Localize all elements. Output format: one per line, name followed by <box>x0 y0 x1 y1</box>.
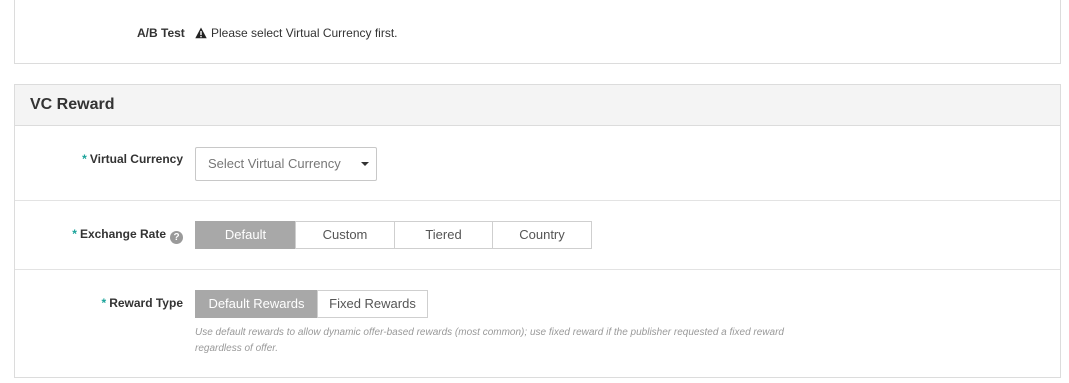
ab-test-warning-text: Please select Virtual Currency first. <box>211 26 398 40</box>
vc-reward-title: VC Reward <box>15 85 1060 126</box>
ab-test-panel: A/B Test Please select Virtual Currency … <box>14 0 1061 64</box>
caret-down-icon <box>361 162 369 166</box>
reward-type-default-button[interactable]: Default Rewards <box>195 290 318 318</box>
virtual-currency-label: * Virtual Currency <box>82 152 183 166</box>
required-marker: * <box>82 152 87 166</box>
ab-test-warning: Please select Virtual Currency first. <box>195 26 398 40</box>
warning-icon <box>195 27 207 39</box>
exchange-rate-custom-button[interactable]: Custom <box>295 221 395 249</box>
ab-test-label: A/B Test <box>137 26 185 40</box>
help-icon[interactable]: ? <box>170 231 183 244</box>
reward-type-hint: Use default rewards to allow dynamic off… <box>195 327 784 354</box>
exchange-rate-country-button[interactable]: Country <box>492 221 592 249</box>
reward-type-toggle-group: Default Rewards Fixed Rewards <box>195 290 428 318</box>
reward-type-fixed-button[interactable]: Fixed Rewards <box>317 290 428 318</box>
virtual-currency-select[interactable]: Select Virtual Currency <box>195 147 377 181</box>
vc-reward-panel: VC Reward * Virtual Currency Select Virtu… <box>14 84 1061 378</box>
exchange-rate-label: * Exchange Rate? <box>72 227 183 244</box>
required-marker: * <box>101 296 107 310</box>
exchange-rate-toggle-group: Default Custom Tiered Country <box>195 221 592 249</box>
required-marker: * <box>72 227 77 241</box>
virtual-currency-placeholder: Select Virtual Currency <box>208 156 341 171</box>
exchange-rate-default-button[interactable]: Default <box>195 221 296 249</box>
exchange-rate-tiered-button[interactable]: Tiered <box>394 221 493 249</box>
reward-type-label: * Reward Type <box>101 296 183 310</box>
